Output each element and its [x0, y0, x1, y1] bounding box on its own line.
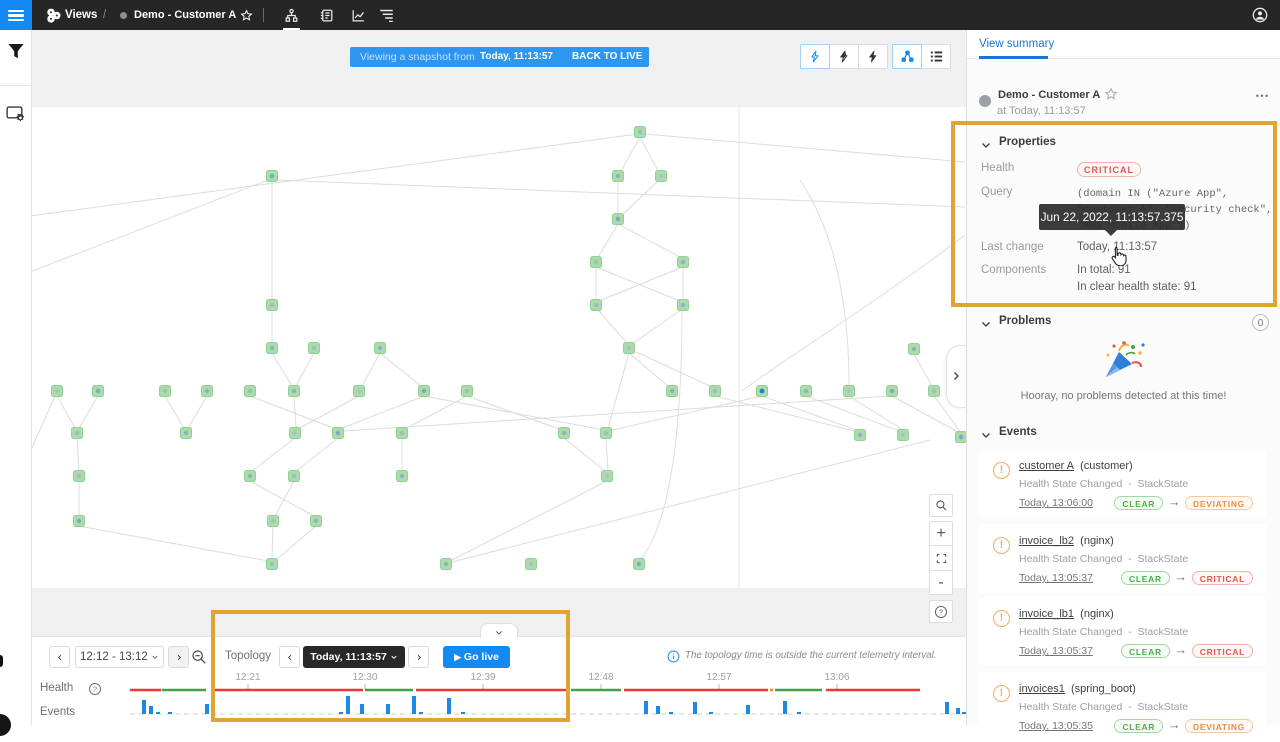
svg-text:?: ?	[939, 609, 943, 616]
